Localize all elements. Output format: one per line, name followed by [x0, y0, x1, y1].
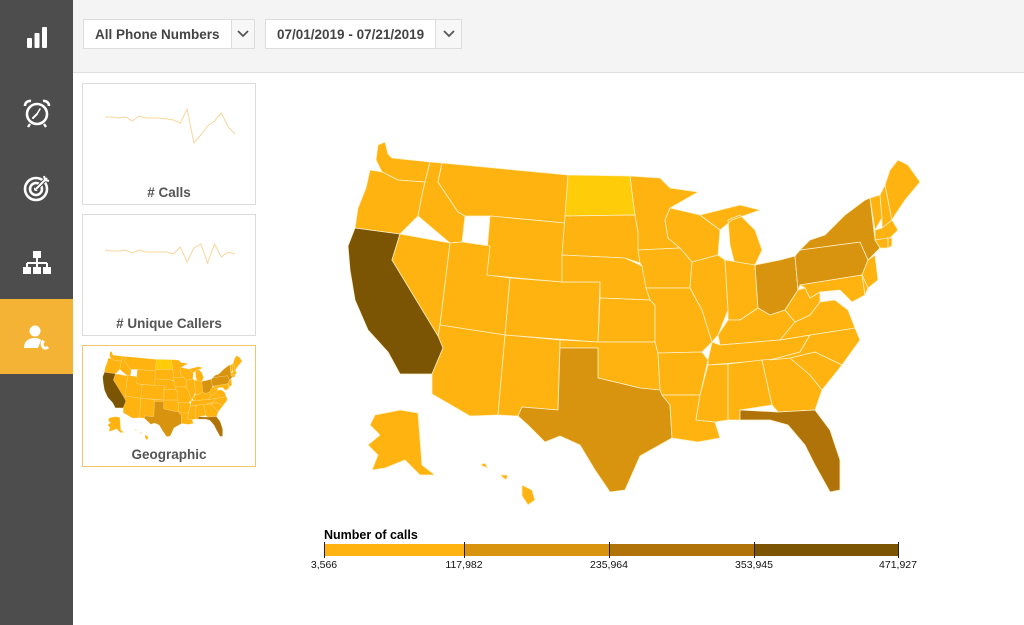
state-fl — [198, 416, 223, 437]
state-co — [140, 384, 165, 401]
legend-label: 3,566 — [310, 559, 338, 571]
state-nd — [155, 359, 173, 370]
card-calls[interactable]: # Calls — [82, 83, 256, 205]
card-unique-callers[interactable]: # Unique Callers — [82, 214, 256, 336]
date-range-select[interactable]: 07/01/2019 - 07/21/2019 — [265, 19, 462, 49]
map-legend: Number of calls 3,566 117,982 235,964 35… — [300, 525, 940, 585]
legend-tick — [324, 542, 325, 558]
sidebar — [0, 0, 73, 625]
state-nd[interactable] — [564, 174, 636, 217]
legend-title: Number of calls — [324, 528, 418, 542]
user-phone-icon — [23, 325, 49, 350]
nav-hierarchy[interactable] — [0, 225, 73, 300]
state-ar[interactable] — [657, 351, 709, 396]
state-nm[interactable] — [497, 334, 561, 417]
state-me[interactable] — [884, 159, 921, 221]
calls-sparkline — [105, 107, 236, 145]
nav-reports[interactable] — [0, 0, 73, 75]
legend-tick — [609, 542, 610, 558]
phone-number-select[interactable]: All Phone Numbers — [83, 19, 255, 49]
state-az[interactable] — [431, 324, 506, 417]
state-hi[interactable] — [479, 462, 536, 506]
nav-callers[interactable] — [0, 299, 73, 374]
geographic-thumbnail — [102, 351, 243, 440]
state-ri[interactable] — [887, 237, 893, 249]
chevron-down-icon[interactable] — [435, 20, 461, 48]
state-ri — [234, 374, 236, 378]
date-range-value: 07/01/2019 - 07/21/2019 — [277, 26, 425, 42]
state-ak — [107, 416, 125, 433]
state-ks[interactable] — [597, 297, 656, 343]
legend-tick — [464, 542, 465, 558]
legend-label: 117,982 — [445, 559, 483, 571]
legend-tick — [754, 542, 755, 558]
state-az — [123, 395, 142, 419]
nav-alarms[interactable] — [0, 75, 73, 150]
legend-tick — [898, 542, 899, 558]
topbar: All Phone Numbers 07/01/2019 - 07/21/201… — [73, 0, 1024, 73]
state-nm — [139, 398, 155, 419]
bar-chart-icon — [26, 26, 47, 48]
card-unique-callers-title: # Unique Callers — [116, 316, 222, 331]
state-ia[interactable] — [637, 247, 693, 289]
legend-bar-2 — [464, 544, 609, 556]
state-ar — [178, 402, 191, 414]
state-wy — [136, 369, 156, 386]
state-co[interactable] — [504, 277, 601, 343]
alarm-clock-icon — [23, 99, 50, 128]
legend-bar-4 — [754, 544, 898, 556]
legend-bar-1 — [324, 544, 464, 556]
us-choropleth-map — [300, 120, 940, 510]
card-geographic-title: Geographic — [131, 447, 207, 462]
target-icon — [23, 175, 49, 201]
state-wy[interactable] — [484, 215, 566, 283]
card-calls-title: # Calls — [147, 185, 191, 200]
nav-goals[interactable] — [0, 150, 73, 225]
org-chart-icon — [22, 250, 51, 274]
state-ia — [173, 377, 187, 388]
legend-label: 471,927 — [879, 559, 917, 571]
state-hi — [134, 429, 149, 440]
state-ak[interactable] — [367, 409, 436, 476]
legend-label: 353,945 — [735, 559, 773, 571]
legend-label: 235,964 — [590, 559, 628, 571]
chevron-down-icon[interactable] — [230, 20, 254, 48]
state-fl[interactable] — [739, 409, 841, 493]
card-geographic[interactable]: Geographic — [82, 345, 256, 467]
state-me — [233, 355, 243, 371]
state-ks — [163, 389, 178, 401]
unique-callers-sparkline — [104, 242, 236, 265]
legend-bar-3 — [609, 544, 754, 556]
phone-number-select-value: All Phone Numbers — [95, 26, 220, 42]
